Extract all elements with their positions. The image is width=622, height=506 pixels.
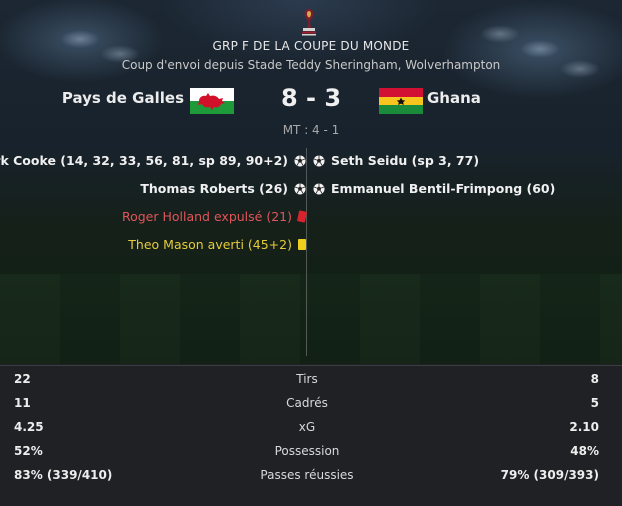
away-team-name[interactable]: Ghana — [427, 89, 481, 107]
half-time-score: MT : 4 - 1 — [282, 123, 340, 137]
stat-away-value: 48% — [570, 444, 599, 458]
stat-away-value: 5 — [590, 396, 599, 410]
stat-label: Cadrés — [286, 396, 328, 410]
away-event-goal: Emmanuel Bentil-Frimpong (60) — [313, 181, 555, 196]
competition-title: GRP F DE LA COUPE DU MONDE — [212, 39, 410, 53]
stat-label: Possession — [274, 444, 340, 458]
football-icon — [313, 183, 325, 194]
football-icon — [313, 155, 325, 166]
home-event-red-card: Roger Holland expulsé (21) — [122, 209, 308, 224]
stat-away-value: 2.10 — [569, 420, 599, 434]
home-event-goal: Mark Cooke (14, 32, 33, 56, 81, sp 89, 9… — [0, 153, 306, 168]
stat-row-on-target: 11 Cadrés 5 — [0, 392, 622, 416]
home-event-goal: Thomas Roberts (26) — [140, 181, 306, 196]
stat-row-shots: 22 Tirs 8 — [0, 368, 622, 392]
final-score: 8 - 3 — [280, 84, 342, 112]
stat-away-value: 79% (309/393) — [500, 468, 599, 482]
football-icon — [294, 183, 306, 194]
football-icon — [294, 155, 306, 166]
away-goal-text[interactable]: Seth Seidu (sp 3, 77) — [331, 153, 479, 168]
stats-separator — [0, 365, 622, 366]
stat-label: xG — [298, 420, 316, 434]
stat-away-value: 8 — [590, 372, 599, 386]
home-goal-text[interactable]: Mark Cooke (14, 32, 33, 56, 81, sp 89, 9… — [0, 153, 288, 168]
home-goal-text[interactable]: Thomas Roberts (26) — [140, 181, 288, 196]
red-card-icon — [296, 210, 308, 223]
world-cup-trophy-icon — [302, 9, 316, 36]
away-event-goal: Seth Seidu (sp 3, 77) — [313, 153, 479, 168]
ghana-flag-icon — [379, 88, 423, 114]
stat-row-passes: 83% (339/410) Passes réussies 79% (309/3… — [0, 464, 622, 488]
away-goal-text[interactable]: Emmanuel Bentil-Frimpong (60) — [331, 181, 555, 196]
yellow-card-text[interactable]: Theo Mason averti (45+2) — [128, 237, 292, 252]
stat-row-xg: 4.25 xG 2.10 — [0, 416, 622, 440]
venue-text: Coup d'envoi depuis Stade Teddy Sheringh… — [121, 58, 501, 72]
home-event-yellow-card: Theo Mason averti (45+2) — [128, 237, 306, 252]
events-divider — [306, 148, 307, 356]
red-card-text[interactable]: Roger Holland expulsé (21) — [122, 209, 292, 224]
match-stats: 22 Tirs 8 11 Cadrés 5 4.25 xG 2.10 52% P… — [0, 368, 622, 488]
stat-row-possession: 52% Possession 48% — [0, 440, 622, 464]
stat-label: Tirs — [296, 372, 318, 386]
yellow-card-icon — [298, 239, 306, 250]
